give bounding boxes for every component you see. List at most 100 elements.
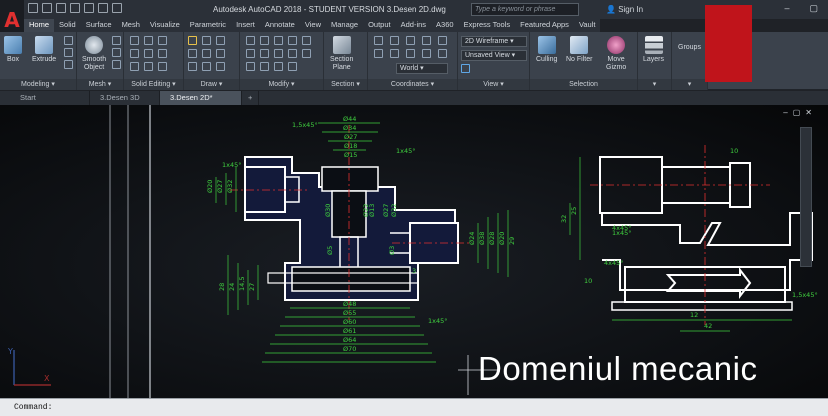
tab-featured-apps[interactable]: Featured Apps [515,19,574,32]
culling-button[interactable]: Culling [536,36,557,64]
panel-title-solid-editing[interactable]: Solid Editing ▾ [124,79,183,90]
tab-add-ins[interactable]: Add-ins [396,19,431,32]
tab-surface[interactable]: Surface [81,19,117,32]
trim-icon[interactable] [274,36,283,45]
mesh-tool-icon[interactable] [112,48,121,57]
redo-icon[interactable] [112,3,122,13]
array-icon[interactable] [288,49,297,58]
extrude-button[interactable]: Extrude [32,36,56,64]
tab-desen-2d[interactable]: 3.Desen 2D* [160,91,242,105]
modeling-tool-icon[interactable] [64,36,73,45]
tab-a360[interactable]: A360 [431,19,459,32]
solid-edit-icon[interactable] [130,49,139,58]
tab-home[interactable]: Home [24,19,55,32]
open-file-icon[interactable] [42,3,52,13]
plot-icon[interactable] [84,3,94,13]
panel-title-groups[interactable]: ▾ [672,79,707,90]
ucs-tool-icon[interactable] [390,36,399,45]
ucs-tool-icon[interactable] [390,49,399,58]
move-gizmo-button[interactable]: Move Gizmo [606,36,626,72]
rotate-icon[interactable] [260,36,269,45]
hatch-icon[interactable] [216,49,225,58]
named-view-dropdown[interactable]: Unsaved View ▾ [461,50,527,61]
viewport-restore-button[interactable]: ▢ [793,108,801,117]
tab-manage[interactable]: Manage [326,19,363,32]
ucs-tool-icon[interactable] [374,49,383,58]
arc-icon[interactable] [188,49,197,58]
navigation-bar[interactable] [800,127,812,267]
viewport-close-button[interactable]: ✕ [805,108,812,117]
save-as-icon[interactable] [70,3,80,13]
erase-icon[interactable] [302,49,311,58]
panel-title-selection[interactable]: Selection [530,79,637,90]
minimize-button[interactable]: – [784,3,789,14]
scale-icon[interactable] [274,49,283,58]
draw-tool-icon[interactable] [202,62,211,71]
intersect-icon[interactable] [158,36,167,45]
solid-edit-icon[interactable] [158,62,167,71]
mesh-tool-icon[interactable] [112,60,121,69]
tab-annotate[interactable]: Annotate [260,19,300,32]
draw-tool-icon[interactable] [216,62,225,71]
save-icon[interactable] [56,3,66,13]
modify-tool-icon[interactable] [260,62,269,71]
smooth-object-button[interactable]: Smooth Object [82,36,106,72]
tab-view[interactable]: View [300,19,326,32]
ucs-world-dropdown[interactable]: World ▾ [396,63,448,74]
panel-title-section[interactable]: Section ▾ [324,79,367,90]
ucs-tool-icon[interactable] [422,36,431,45]
tab-visualize[interactable]: Visualize [145,19,185,32]
ucs-tool-icon[interactable] [438,49,447,58]
panel-title-draw[interactable]: Draw ▾ [184,79,239,90]
new-tab-button[interactable]: + [242,91,260,105]
groups-button[interactable]: Groups [678,44,701,52]
section-plane-button[interactable]: Section Plane [330,36,353,72]
polyline-icon[interactable] [202,36,211,45]
solid-edit-icon[interactable] [130,62,139,71]
viewport-minimize-button[interactable]: – [783,108,787,117]
tab-solid[interactable]: Solid [54,19,81,32]
solid-edit-icon[interactable] [158,49,167,58]
tab-parametric[interactable]: Parametric [185,19,231,32]
visual-style-dropdown[interactable]: 2D Wireframe ▾ [461,36,527,47]
new-file-icon[interactable] [28,3,38,13]
move-icon[interactable] [246,36,255,45]
draw-tool-icon[interactable] [188,62,197,71]
sign-in-button[interactable]: 👤 Sign In [606,5,643,14]
ucs-tool-icon[interactable] [438,36,447,45]
box-button[interactable]: Box [4,36,22,64]
union-icon[interactable] [130,36,139,45]
ucs-icon[interactable] [374,36,383,45]
tab-insert[interactable]: Insert [231,19,260,32]
panel-title-modeling[interactable]: Modeling ▾ [0,79,76,90]
tab-vault[interactable]: Vault [574,19,601,32]
ucs-tool-icon[interactable] [406,36,415,45]
fillet-icon[interactable] [246,49,255,58]
modeling-tool-icon[interactable] [64,60,73,69]
panel-title-mesh[interactable]: Mesh ▾ [77,79,123,90]
search-input[interactable]: Type a keyword or phrase [471,3,579,16]
modify-tool-icon[interactable] [246,62,255,71]
subtract-icon[interactable] [144,36,153,45]
ucs-tool-icon[interactable] [406,49,415,58]
command-line[interactable]: Command: [0,398,828,416]
copy-icon[interactable] [288,36,297,45]
panel-title-view[interactable]: View ▾ [458,79,529,90]
tab-start[interactable]: Start [0,91,90,105]
tab-desen-3d[interactable]: 3.Desen 3D [90,91,160,105]
tab-output[interactable]: Output [363,19,396,32]
ucs-tool-icon[interactable] [422,49,431,58]
mesh-tool-icon[interactable] [112,36,121,45]
line-icon[interactable] [188,36,197,45]
panel-title-layers[interactable]: ▾ [638,79,671,90]
modeling-tool-icon[interactable] [64,48,73,57]
restore-button[interactable]: ▢ [809,3,818,14]
solid-edit-icon[interactable] [144,49,153,58]
tab-express-tools[interactable]: Express Tools [459,19,516,32]
drawing-area[interactable]: Ø44 Ø34 Ø27 Ø18 Ø15 Ø48 Ø55 Ø60 Ø61 Ø64 … [0,105,828,398]
circle-icon[interactable] [216,36,225,45]
no-filter-button[interactable]: No Filter [566,36,592,64]
stretch-icon[interactable] [260,49,269,58]
panel-title-modify[interactable]: Modify ▾ [240,79,323,90]
solid-edit-icon[interactable] [144,62,153,71]
